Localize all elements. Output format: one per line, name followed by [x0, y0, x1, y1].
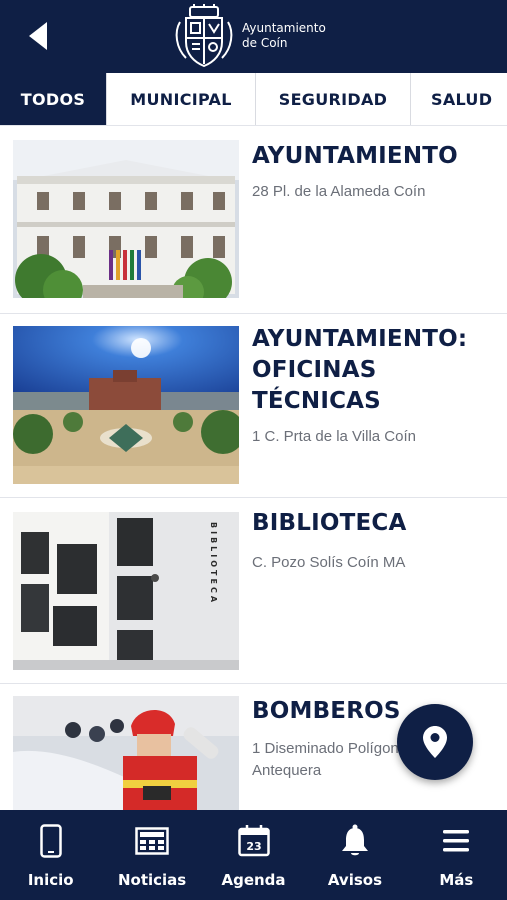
back-arrow-icon [29, 22, 47, 50]
list-item-ayuntamiento[interactable]: AYUNTAMIENTO 28 Pl. de la Alameda Coín [0, 126, 507, 314]
place-address: 1 C. Prta de la Villa Coín [252, 428, 416, 445]
phone-icon [39, 823, 62, 859]
place-address: C. Pozo Solís Coín MA [252, 554, 406, 571]
list-item-biblioteca[interactable]: BIBLIOTECA BIBLIOTECA C. Pozo Solís Coín… [0, 498, 507, 684]
tab-municipal[interactable]: MUNICIPAL [107, 73, 256, 125]
tab-todos[interactable]: TODOS [0, 73, 107, 125]
place-title: AYUNTAMIENTO [252, 143, 458, 169]
place-title: BIBLIOTECA [252, 510, 407, 536]
oficinas-tecnicas-photo [13, 326, 239, 484]
tab-salud[interactable]: SALUD [411, 73, 507, 125]
back-button[interactable] [18, 16, 58, 56]
tab-seguridad[interactable]: SEGURIDAD [256, 73, 411, 125]
map-location-button[interactable] [397, 704, 473, 780]
app-screen: Ayuntamiento de Coín TODOS MUNICIPAL SEG… [0, 0, 507, 900]
biblioteca-sign: BIBLIOTECA [209, 522, 218, 605]
nav-avisos[interactable]: Avisos [304, 810, 405, 900]
ayuntamiento-logo[interactable]: Ayuntamiento de Coín [172, 3, 326, 69]
nav-label: Inicio [27, 871, 74, 889]
nav-noticias[interactable]: Noticias [101, 810, 202, 900]
calendar-icon: 23 [237, 823, 270, 859]
coat-of-arms-icon [175, 4, 233, 68]
nav-mas[interactable]: Más [406, 810, 507, 900]
logo-line-2: de Coín [242, 36, 288, 50]
nav-inicio[interactable]: Inicio [0, 810, 101, 900]
nav-label: Más [439, 871, 474, 889]
nav-label: Agenda [221, 871, 286, 889]
nav-agenda[interactable]: 23 Agenda [203, 810, 304, 900]
list-item-oficinas-tecnicas[interactable]: AYUNTAMIENTO: OFICINAS TÉCNICAS 1 C. Prt… [0, 314, 507, 498]
ayuntamiento-photo [13, 140, 239, 298]
svg-text:BIBLIOTECA: BIBLIOTECA [209, 522, 218, 605]
location-pin-icon [423, 726, 447, 758]
logo-text: Ayuntamiento de Coín [242, 21, 326, 51]
biblioteca-photo: BIBLIOTECA [13, 512, 239, 670]
place-address: 1 Diseminado Polígono Antequera [252, 740, 408, 779]
nav-label: Noticias [117, 871, 187, 889]
newspaper-icon [135, 823, 169, 859]
app-header: Ayuntamiento de Coín [0, 0, 507, 73]
svg-text:23: 23 [246, 840, 261, 853]
nav-label: Avisos [327, 871, 382, 889]
bottom-navigation: Inicio Noticias 23 Agenda Avisos Más [0, 810, 507, 900]
bomberos-photo [13, 696, 239, 810]
category-tabs: TODOS MUNICIPAL SEGURIDAD SALUD [0, 73, 507, 126]
bell-icon [341, 823, 369, 859]
menu-icon [443, 823, 470, 859]
place-address: 28 Pl. de la Alameda Coín [252, 183, 426, 200]
place-title: AYUNTAMIENTO: OFICINAS TÉCNICAS [252, 326, 468, 414]
logo-line-1: Ayuntamiento [242, 21, 326, 35]
